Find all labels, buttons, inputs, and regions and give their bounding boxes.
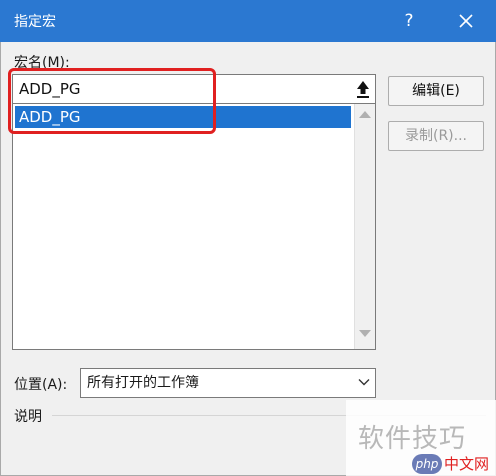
list-item[interactable]: ADD_PG bbox=[15, 106, 351, 128]
scroll-up-icon[interactable] bbox=[359, 111, 371, 118]
watermark-text: 软件技巧 bbox=[358, 424, 467, 454]
location-selected-value: 所有打开的工作簿 bbox=[87, 375, 199, 391]
macro-name-box bbox=[12, 74, 376, 104]
logo-cn-text: 中文网 bbox=[444, 455, 490, 473]
edit-button[interactable]: 编辑(E) bbox=[388, 76, 484, 106]
close-icon bbox=[459, 14, 473, 28]
close-button[interactable] bbox=[453, 8, 479, 34]
macro-name-input[interactable] bbox=[13, 75, 348, 103]
macro-name-label: 宏名(M): bbox=[14, 55, 70, 71]
scroll-down-icon[interactable] bbox=[359, 330, 371, 337]
location-select[interactable]: 所有打开的工作簿 bbox=[80, 368, 376, 398]
collapse-upload-icon[interactable] bbox=[353, 78, 373, 100]
list-scrollbar[interactable] bbox=[354, 104, 375, 349]
logo-php-badge: php bbox=[412, 454, 442, 474]
help-button[interactable]: ? bbox=[396, 8, 422, 34]
location-label: 位置(A): bbox=[14, 377, 68, 393]
macro-list[interactable]: ADD_PG bbox=[12, 104, 376, 350]
dialog-title: 指定宏 bbox=[14, 14, 56, 30]
description-label: 说明 bbox=[14, 409, 42, 425]
title-bar: 指定宏 ? bbox=[0, 0, 496, 42]
chevron-down-icon bbox=[358, 379, 370, 386]
record-button[interactable]: 录制(R)... bbox=[388, 121, 484, 151]
